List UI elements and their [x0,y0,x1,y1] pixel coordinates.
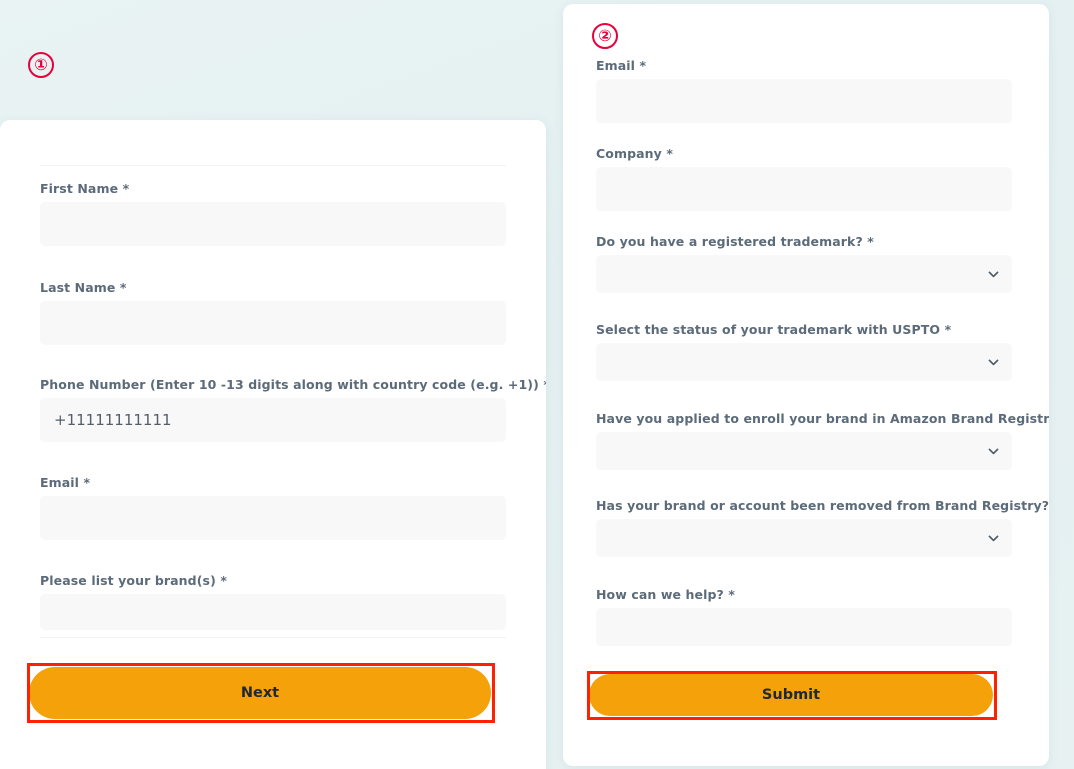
chevron-down-icon [987,532,1000,545]
field-label-uspto-status: Select the status of your trademark with… [596,322,952,337]
field-label-email: Email * [40,475,91,490]
brands-input[interactable] [40,594,506,630]
field-label-brand-removed: Has your brand or account been removed f… [596,498,1049,513]
registered-trademark-select[interactable] [596,255,1012,293]
field-email: Email * [40,475,506,540]
first-name-input[interactable] [40,202,506,246]
last-name-input[interactable] [40,301,506,345]
phone-number-input[interactable] [40,398,506,442]
field-label-brand-registry-enroll: Have you applied to enroll your brand in… [596,411,1049,426]
email-input[interactable] [40,496,506,540]
ghost-divider [40,637,506,638]
step-marker-1: ① [28,52,54,78]
field-label-phone-number: Phone Number (Enter 10 -13 digits along … [40,377,546,392]
step-marker-2: ② [592,23,618,49]
field-company: Company * [596,146,1012,211]
email-input-step2[interactable] [596,79,1012,123]
field-first-name: First Name * [40,181,506,246]
step-2-form-body: Email * Company * Do you have a register… [563,4,1049,766]
field-last-name: Last Name * [40,280,506,345]
field-uspto-status: Select the status of your trademark with… [596,322,1012,381]
field-registered-trademark: Do you have a registered trademark? * [596,234,1012,293]
brand-removed-select[interactable] [596,519,1012,557]
field-phone-number: Phone Number (Enter 10 -13 digits along … [40,377,546,442]
submit-button[interactable]: Submit [589,674,993,716]
chevron-down-icon [987,445,1000,458]
chevron-down-icon [987,356,1000,369]
next-button[interactable]: Next [29,667,491,719]
field-label-registered-trademark: Do you have a registered trademark? * [596,234,874,249]
field-brand-removed: Has your brand or account been removed f… [596,498,1049,557]
field-label-company: Company * [596,146,674,161]
ghost-divider [40,165,506,166]
field-label-brands: Please list your brand(s) * [40,573,227,588]
field-brands: Please list your brand(s) * [40,573,506,630]
field-label-how-can-we-help: How can we help? * [596,587,735,602]
field-how-can-we-help: How can we help? * [596,587,1012,646]
field-email-step2: Email * [596,58,1012,123]
how-can-we-help-input[interactable] [596,608,1012,646]
field-label-first-name: First Name * [40,181,130,196]
chevron-down-icon [987,268,1000,281]
company-input[interactable] [596,167,1012,211]
field-label-email-step2: Email * [596,58,647,73]
field-label-last-name: Last Name * [40,280,127,295]
field-brand-registry-enroll: Have you applied to enroll your brand in… [596,411,1049,470]
brand-registry-enroll-select[interactable] [596,432,1012,470]
uspto-status-select[interactable] [596,343,1012,381]
step-2-form-card: Email * Company * Do you have a register… [563,4,1049,766]
